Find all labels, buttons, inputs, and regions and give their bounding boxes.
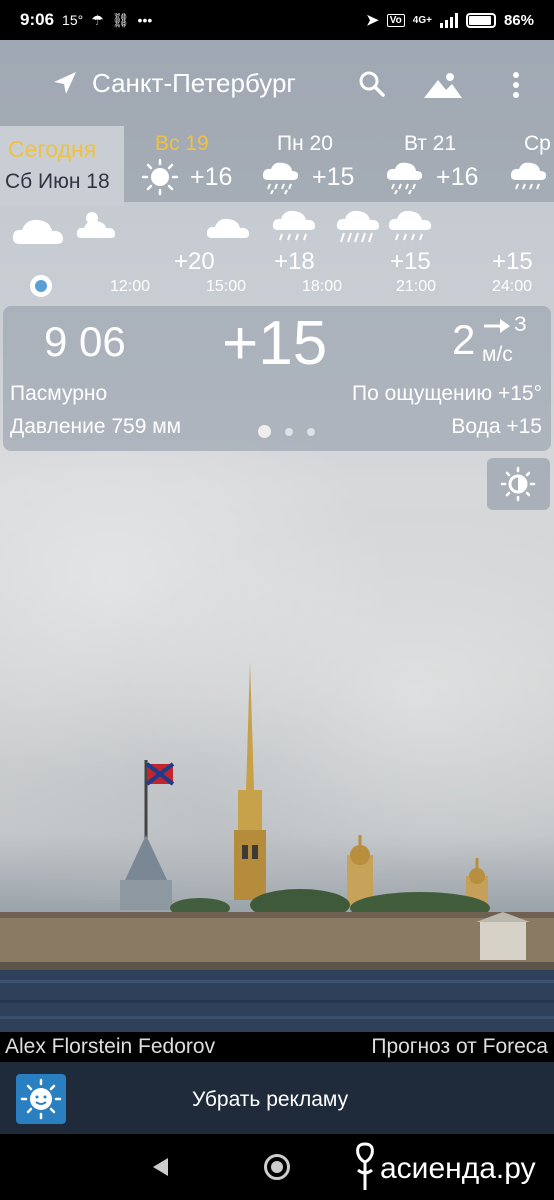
rain-cloud-icon	[272, 210, 316, 241]
menu-icon[interactable]	[506, 70, 526, 100]
forecast-provider[interactable]: Прогноз от Foreca	[371, 1035, 548, 1059]
hour-label: 24:00	[492, 278, 533, 295]
hour-label: 15:00	[206, 278, 247, 295]
battery-icon	[465, 12, 496, 28]
day-temp: +16	[436, 163, 479, 191]
hour-label: 12:00	[110, 278, 151, 295]
today-label: Сегодня	[8, 136, 97, 162]
today-date: Сб Июн 18	[5, 170, 110, 193]
water-temp: Вода +15	[451, 415, 542, 438]
watermark-text: асиенда.ру	[380, 1152, 536, 1185]
wind-speed: 2	[452, 316, 476, 363]
link-icon: ⛓	[111, 11, 130, 28]
current-temperature: +15	[222, 309, 328, 378]
hour-label: 21:00	[396, 278, 437, 295]
wind-arrow-icon	[484, 319, 510, 333]
more-dots-icon: •••	[137, 12, 153, 28]
cloud-icon	[206, 218, 250, 238]
mountain-icon[interactable]	[422, 70, 464, 100]
rain-cloud-icon	[510, 162, 547, 190]
city-name[interactable]: Санкт-Петербург	[92, 68, 296, 99]
partly-cloudy-icon	[76, 212, 116, 238]
hour-temp: +18	[274, 248, 315, 275]
day-label[interactable]: Вт 21	[404, 132, 456, 156]
hour-temp: +20	[174, 248, 215, 275]
signal-icon	[439, 12, 458, 28]
app-logo-icon	[16, 1074, 66, 1124]
hour-label: 18:00	[302, 278, 343, 295]
current-time-marker	[30, 275, 52, 297]
home-button[interactable]	[264, 1154, 290, 1180]
status-time: 9:06	[20, 10, 55, 29]
wind-unit: м/с	[482, 343, 513, 366]
rain-cloud-icon	[388, 210, 432, 241]
day-temp: +16	[190, 163, 233, 191]
search-icon[interactable]	[358, 70, 386, 98]
rain-cloud-icon	[386, 162, 423, 195]
volte-icon: Vo	[386, 13, 405, 27]
back-icon[interactable]	[150, 1156, 170, 1178]
current-clock: 9 06	[44, 318, 126, 365]
day-label[interactable]: Пн 20	[277, 132, 333, 156]
status-bar: 9:06 15° ☂ ⛓ ••• ➤ Vo 4G+ 86%	[0, 0, 554, 40]
heavy-rain-icon	[336, 210, 380, 243]
status-temp: 15°	[62, 12, 84, 28]
location-icon[interactable]	[52, 70, 78, 96]
background-photo	[0, 662, 554, 1032]
network-type: 4G+	[412, 14, 432, 26]
sun-moon-icon	[500, 466, 536, 502]
day-temp: +15	[312, 163, 355, 191]
rain-cloud-icon	[262, 162, 299, 195]
battery-level: 86%	[503, 11, 534, 29]
sun-moon-button[interactable]	[487, 458, 550, 510]
feels-like: По ощущению +15°	[352, 382, 542, 405]
umbrella-icon: ☂	[91, 11, 104, 28]
day-label[interactable]: Вс 19	[155, 132, 209, 156]
hour-temp: +15	[492, 248, 533, 275]
pressure: Давление 759 мм	[10, 415, 182, 438]
hour-temp: +15	[390, 248, 431, 275]
watermark-logo-icon	[356, 1142, 374, 1190]
today-tab[interactable]: Сегодня Сб Июн 18	[0, 126, 124, 206]
photo-credit[interactable]: Alex Florstein Fedorov	[5, 1035, 215, 1059]
cloud-icon	[12, 219, 64, 244]
page-indicator	[258, 425, 315, 438]
day-label[interactable]: Ср	[524, 132, 551, 156]
sun-icon	[141, 158, 179, 196]
wind-direction: З	[514, 313, 527, 336]
remove-ads-label: Убрать рекламу	[192, 1088, 349, 1111]
location-arrow-icon: ➤	[366, 12, 379, 29]
condition-text: Пасмурно	[10, 382, 108, 405]
